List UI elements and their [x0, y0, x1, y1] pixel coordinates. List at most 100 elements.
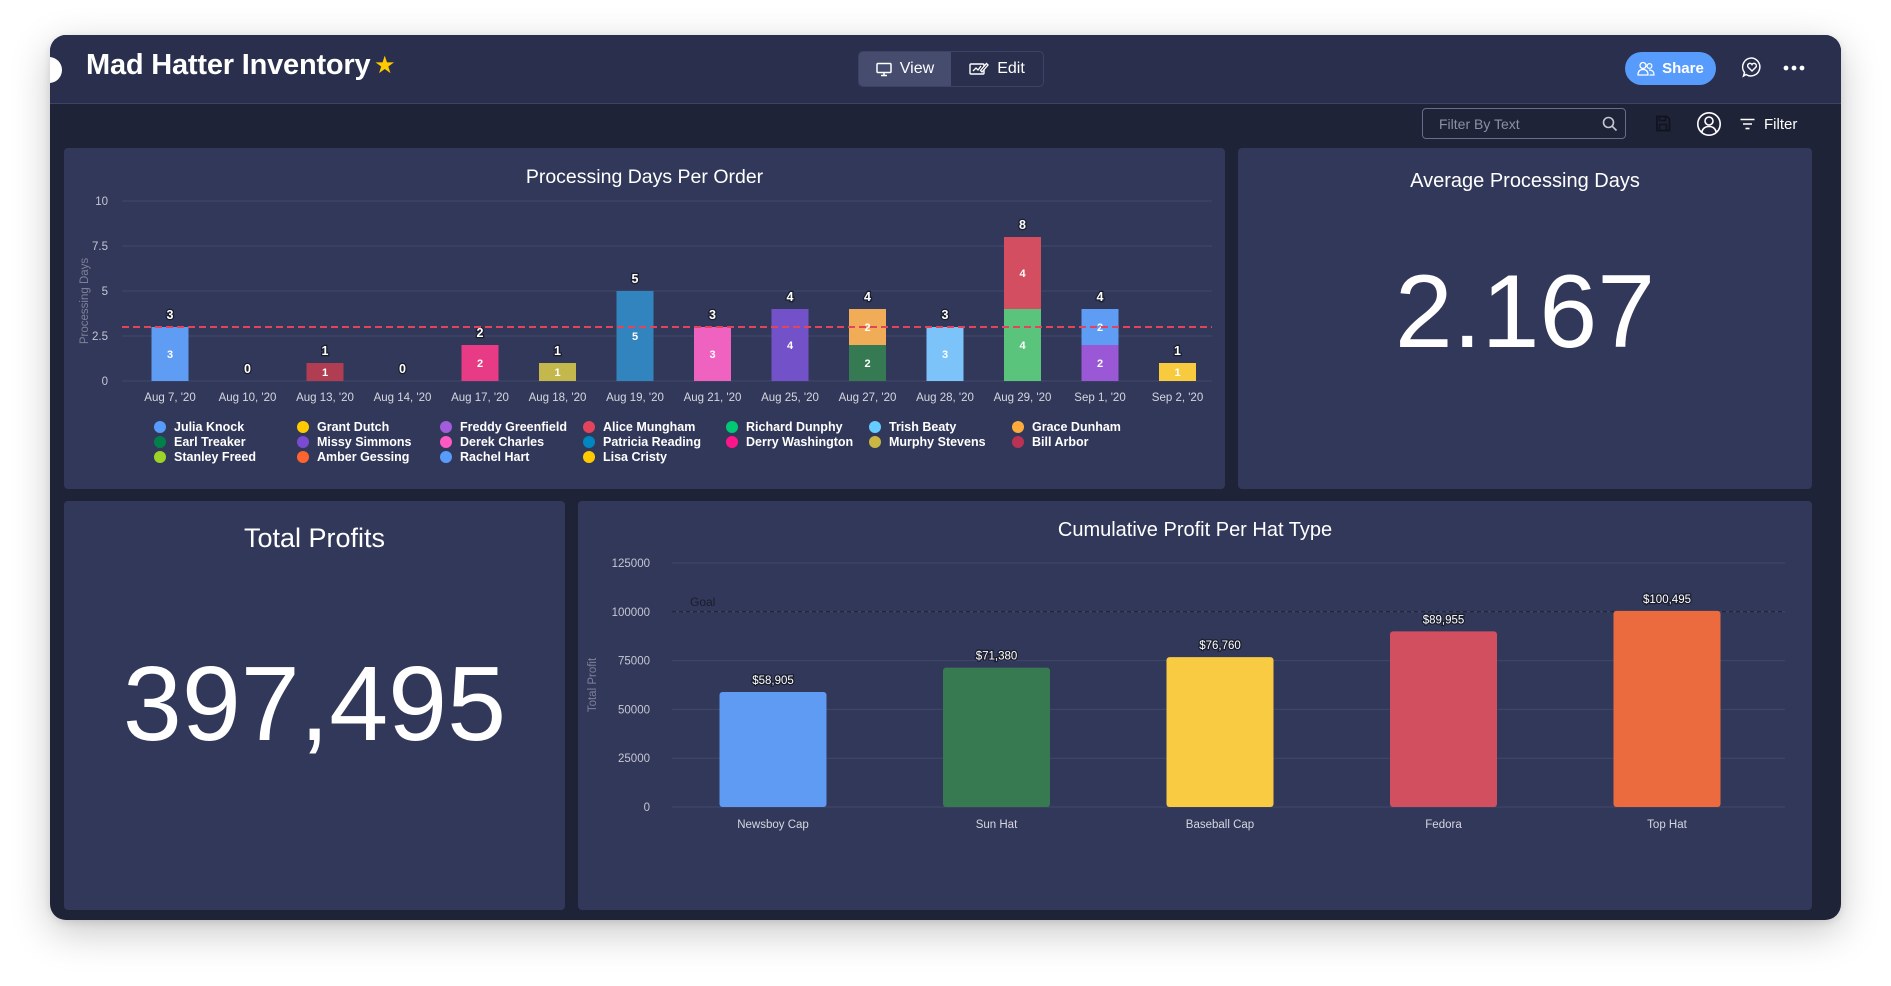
- save-icon[interactable]: [1655, 115, 1671, 132]
- legend-color-dot: [154, 450, 166, 463]
- legend-color-dot: [154, 420, 166, 433]
- bar-segment-label: 4: [1019, 268, 1026, 280]
- star-icon[interactable]: ★: [374, 51, 396, 80]
- person-icon[interactable]: [1696, 111, 1722, 137]
- legend-color-dot: [440, 420, 452, 433]
- legend-item[interactable]: Murphy Stevens: [869, 434, 986, 449]
- y-tick-label: 2.5: [92, 331, 108, 343]
- legend-item[interactable]: Rachel Hart: [440, 449, 567, 464]
- legend-color-dot: [583, 435, 595, 448]
- collapse-sidebar-button[interactable]: [50, 57, 62, 83]
- bar-value-label: $100,495: [1643, 594, 1691, 606]
- legend-color-dot: [297, 435, 309, 448]
- legend-label: Derry Washington: [746, 434, 854, 449]
- legend-label: Earl Treaker: [174, 434, 246, 449]
- y-tick-label: 25000: [618, 753, 650, 765]
- more-dots-icon[interactable]: [1782, 60, 1806, 76]
- legend-item[interactable]: Derry Washington: [726, 434, 853, 449]
- share-button[interactable]: Share: [1625, 52, 1716, 85]
- total-profits-panel: Total Profits 397,495: [64, 501, 565, 910]
- x-tick-label: Aug 29, '20: [994, 392, 1052, 404]
- legend-item[interactable]: Freddy Greenfield: [440, 419, 567, 434]
- view-edit-toggle: View Edit: [858, 51, 1044, 87]
- edit-button[interactable]: Edit: [951, 52, 1043, 86]
- bar-total-label: 1: [322, 344, 329, 358]
- legend-item[interactable]: Missy Simmons: [297, 434, 411, 449]
- view-button[interactable]: View: [859, 52, 951, 86]
- bar-total-label: 3: [709, 308, 716, 322]
- legend-item[interactable]: Lisa Cristy: [583, 449, 701, 464]
- bar-value-label: $89,955: [1423, 614, 1465, 626]
- x-tick-label: Newsboy Cap: [737, 819, 809, 831]
- bar-segment-label: 1: [1174, 367, 1180, 379]
- legend-item[interactable]: Patricia Reading: [583, 434, 701, 449]
- view-label: View: [899, 60, 935, 77]
- bar-segment-label: 1: [554, 367, 560, 379]
- bar: [943, 667, 1050, 807]
- x-tick-label: Aug 25, '20: [761, 392, 819, 404]
- x-tick-label: Aug 14, '20: [374, 392, 432, 404]
- chat-heart-icon[interactable]: [1741, 56, 1763, 78]
- bar-total-label: 0: [244, 362, 251, 376]
- legend-item[interactable]: Amber Gessing: [297, 449, 411, 464]
- legend-item[interactable]: Grant Dutch: [297, 419, 411, 434]
- x-tick-label: Top Hat: [1647, 819, 1687, 831]
- legend-label: Trish Beaty: [889, 419, 957, 434]
- legend-color-dot: [583, 420, 595, 433]
- share-label: Share: [1662, 60, 1704, 77]
- legend-item[interactable]: Trish Beaty: [869, 419, 986, 434]
- profit-per-hat-chart: 0 25000 50000 75000 100000 125000 Total Profit…: [587, 558, 1785, 831]
- legend-label: Grant Dutch: [317, 419, 390, 434]
- bar-segment-label: 2: [1097, 358, 1103, 370]
- legend-color-dot: [1012, 420, 1024, 433]
- filter-by-text-input[interactable]: [1422, 108, 1626, 139]
- bar-value-label: $71,380: [976, 651, 1018, 663]
- bar-total-label: 3: [942, 308, 949, 322]
- legend-item[interactable]: Richard Dunphy: [726, 419, 853, 434]
- legend-color-dot: [297, 450, 309, 463]
- y-axis-label: Total Profit: [587, 657, 599, 712]
- bar-segment-label: 4: [787, 340, 794, 352]
- y-tick-label: 50000: [618, 704, 650, 716]
- legend-item[interactable]: Grace Dunham: [1012, 419, 1121, 434]
- bar-total-label: 2: [477, 326, 484, 340]
- bar-segment-label: 2: [477, 358, 483, 370]
- average-processing-days-panel: Average Processing Days 2.167: [1238, 148, 1812, 489]
- people-icon: [1637, 61, 1655, 76]
- monitor-icon: [876, 62, 892, 76]
- bar-total-label: 5: [632, 272, 639, 286]
- x-tick-label: Aug 10, '20: [219, 392, 277, 404]
- search-icon[interactable]: [1602, 116, 1618, 132]
- legend-item[interactable]: Bill Arbor: [1012, 434, 1121, 449]
- bar-total-label: 3: [167, 308, 174, 322]
- processing-days-chart-panel: Processing Days Per Order 0 2.5 5 7.5 10 Proc…: [64, 148, 1225, 489]
- bar: [1390, 631, 1497, 807]
- board-header: Mad Hatter Inventory ★ View Edit Share: [50, 35, 1841, 104]
- bar-segment-label: 3: [167, 349, 173, 361]
- legend-color-dot: [154, 435, 166, 448]
- bar-total-label: 0: [399, 362, 406, 376]
- legend-label: Grace Dunham: [1032, 419, 1121, 434]
- y-tick-label: 100000: [612, 607, 650, 619]
- legend-item[interactable]: Derek Charles: [440, 434, 567, 449]
- bar-total-label: 4: [864, 290, 871, 304]
- total-profits-value: 397,495: [122, 645, 507, 763]
- bar-total-label: 1: [554, 344, 561, 358]
- legend-item[interactable]: Alice Mungham: [583, 419, 701, 434]
- processing-chart-legend: Julia Knock Earl Treaker Stanley Freed Gran…: [154, 419, 1154, 467]
- y-tick-label: 5: [102, 286, 108, 298]
- x-tick-label: Aug 13, '20: [296, 392, 354, 404]
- filter-button[interactable]: Filter: [1740, 110, 1797, 138]
- bar-segment-label: 3: [709, 349, 715, 361]
- legend-label: Amber Gessing: [317, 449, 410, 464]
- bar-value-label: $58,905: [752, 675, 794, 687]
- legend-item[interactable]: Julia Knock: [154, 419, 256, 434]
- legend-column: Alice Mungham Patricia Reading Lisa Cristy: [583, 419, 701, 464]
- bar-total-label: 8: [1019, 218, 1026, 232]
- board-title[interactable]: Mad Hatter Inventory: [86, 49, 371, 82]
- legend-item[interactable]: Stanley Freed: [154, 449, 256, 464]
- x-tick-label: Aug 27, '20: [839, 392, 897, 404]
- edit-pencil-icon: [969, 62, 990, 75]
- y-tick-label: 10: [95, 196, 108, 208]
- legend-item[interactable]: Earl Treaker: [154, 434, 256, 449]
